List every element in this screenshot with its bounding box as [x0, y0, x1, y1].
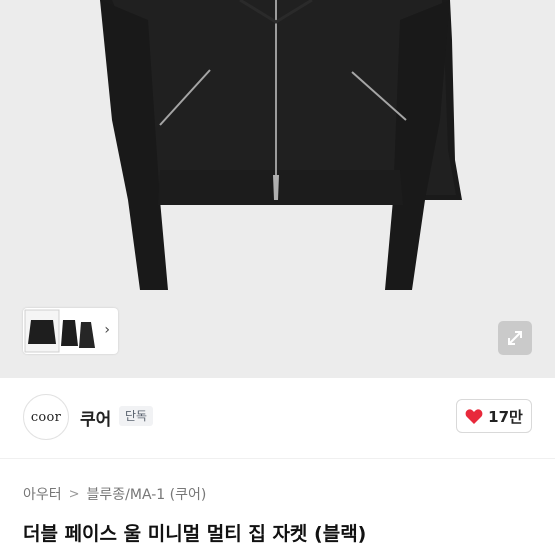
expand-icon[interactable]: [498, 321, 532, 355]
thumbnail-strip[interactable]: ›: [23, 308, 118, 354]
chevron-right-icon[interactable]: ›: [104, 322, 110, 338]
divider: [0, 458, 555, 459]
exclusive-badge: 단독: [119, 406, 154, 426]
seller-logo-text: coor: [30, 409, 62, 425]
seller-name[interactable]: 쿠어: [80, 405, 111, 430]
seller-avatar[interactable]: coor: [23, 394, 69, 440]
seller-row: coor 쿠어 단독 17만: [0, 378, 555, 458]
breadcrumb: 아우터 > 블루종/MA-1 (쿠어): [23, 484, 206, 504]
heart-icon: [465, 408, 483, 424]
like-count: 17만: [488, 407, 523, 426]
like-button[interactable]: 17만: [456, 399, 532, 433]
breadcrumb-item-blouson[interactable]: 블루종/MA-1 (쿠어): [87, 484, 207, 504]
breadcrumb-item-outer[interactable]: 아우터: [23, 484, 62, 504]
thumbnail-images: [24, 309, 95, 353]
chevron-right-icon: >: [68, 486, 80, 502]
product-title: 더블 페이스 울 미니멀 멀티 집 자켓 (블랙): [23, 523, 367, 545]
product-image[interactable]: ›: [0, 0, 555, 378]
